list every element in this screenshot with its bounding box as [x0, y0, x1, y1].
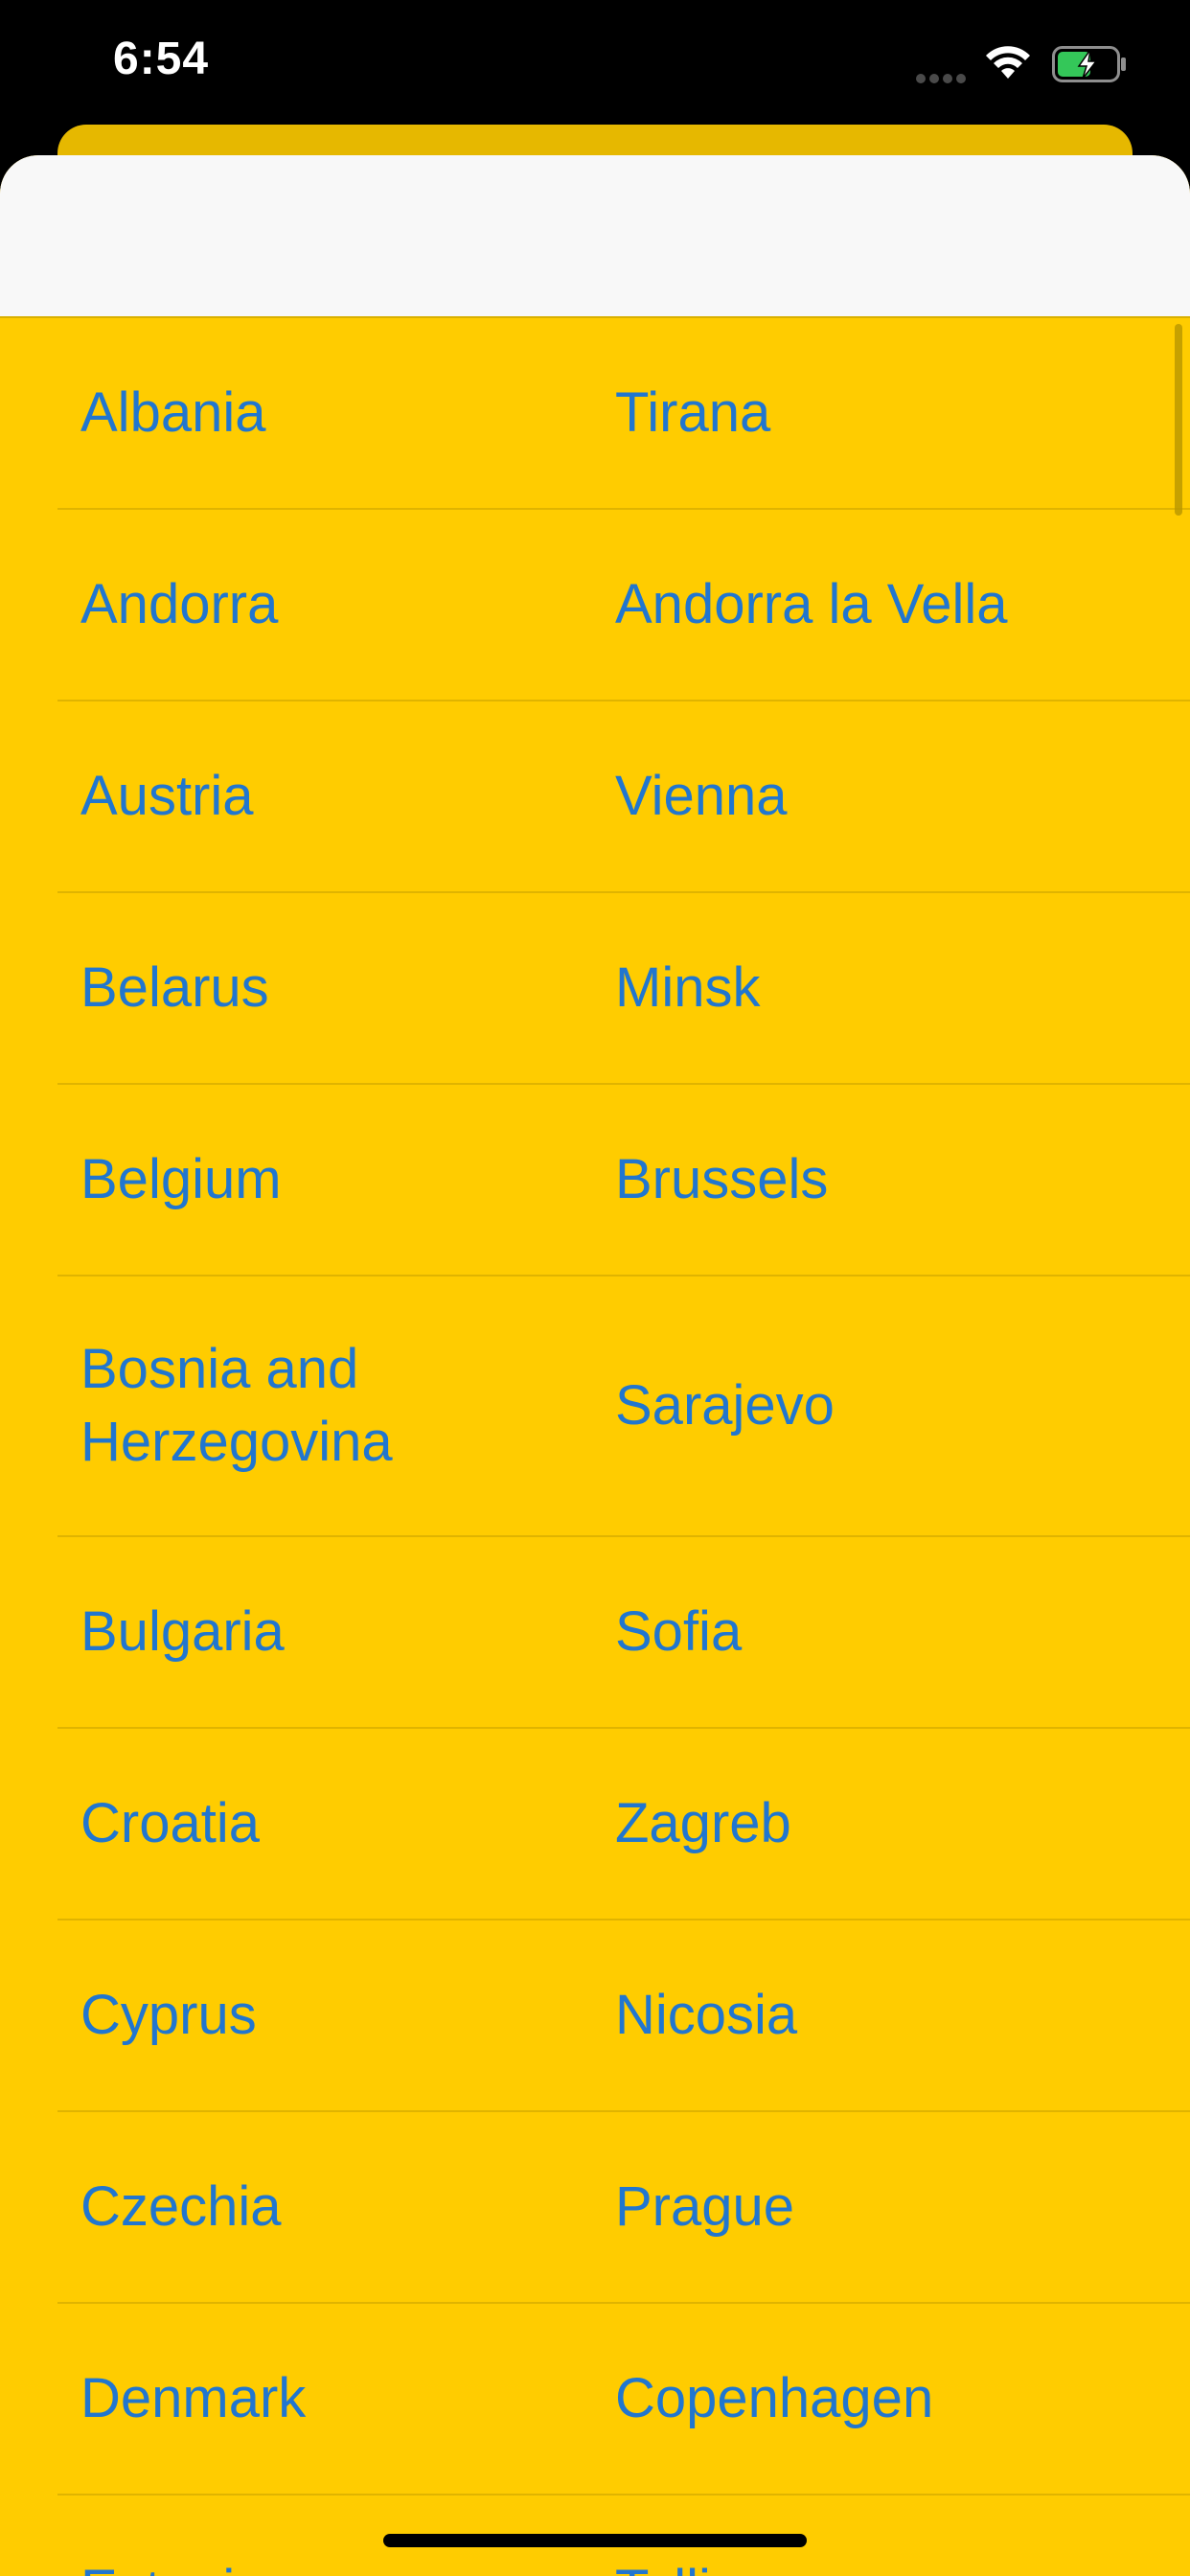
- wifi-icon: [986, 46, 1030, 79]
- country-name: Andorra: [80, 573, 279, 635]
- home-indicator[interactable]: [383, 2534, 807, 2547]
- list-item[interactable]: Austria Vienna: [57, 702, 1190, 893]
- list-item[interactable]: Andorra Andorra la Vella: [57, 510, 1190, 702]
- capital-name: Sarajevo: [615, 1374, 835, 1437]
- capital-name: Minsk: [615, 956, 761, 1019]
- country-capital-list[interactable]: Albania Tirana Andorra Andorra la Vella Aust…: [0, 318, 1190, 2576]
- country-name: Albania: [80, 381, 266, 444]
- country-name: Denmark: [80, 2367, 307, 2429]
- country-name: Bulgaria: [80, 1600, 285, 1663]
- battery-charging-icon: [1052, 46, 1126, 82]
- cellular-signal-icon: [916, 71, 973, 83]
- list-item[interactable]: Belgium Brussels: [57, 1085, 1190, 1276]
- capital-name: Copenhagen: [615, 2367, 934, 2429]
- list-item[interactable]: Bulgaria Sofia: [57, 1537, 1190, 1729]
- capital-name: Brussels: [615, 1148, 829, 1210]
- country-name: Belarus: [80, 956, 269, 1019]
- capital-name: Sofia: [615, 1600, 743, 1663]
- list-item[interactable]: Czechia Prague: [57, 2112, 1190, 2304]
- list-item[interactable]: Denmark Copenhagen: [57, 2304, 1190, 2496]
- modal-sheet: Albania Tirana Andorra Andorra la Vella Aust…: [0, 155, 1190, 2576]
- capital-name: Prague: [615, 2175, 795, 2238]
- capital-name: Zagreb: [615, 1792, 791, 1854]
- status-time: 6:54: [113, 34, 210, 84]
- status-bar: 6:54: [0, 0, 1190, 126]
- scroll-indicator[interactable]: [1175, 324, 1182, 516]
- list-item[interactable]: Albania Tirana: [57, 318, 1190, 510]
- country-name: Belgium: [80, 1148, 282, 1210]
- country-name: Austria: [80, 765, 254, 827]
- capital-name: Vienna: [615, 765, 788, 827]
- country-name: Cyprus: [80, 1984, 257, 2046]
- capital-name: Nicosia: [615, 1984, 798, 2046]
- country-name: Bosnia and Herzegovina: [80, 1338, 393, 1473]
- list-item[interactable]: Bosnia and Herzegovina Sarajevo: [57, 1276, 1190, 1537]
- list-item[interactable]: Belarus Minsk: [57, 893, 1190, 1085]
- capital-name: Tirana: [615, 381, 771, 444]
- list-item[interactable]: Cyprus Nicosia: [57, 1920, 1190, 2112]
- capital-name: Andorra la Vella: [615, 573, 1008, 635]
- country-name: Czechia: [80, 2175, 282, 2238]
- sheet-header: [0, 155, 1190, 318]
- list-item[interactable]: Croatia Zagreb: [57, 1729, 1190, 1920]
- country-name: Croatia: [80, 1792, 260, 1854]
